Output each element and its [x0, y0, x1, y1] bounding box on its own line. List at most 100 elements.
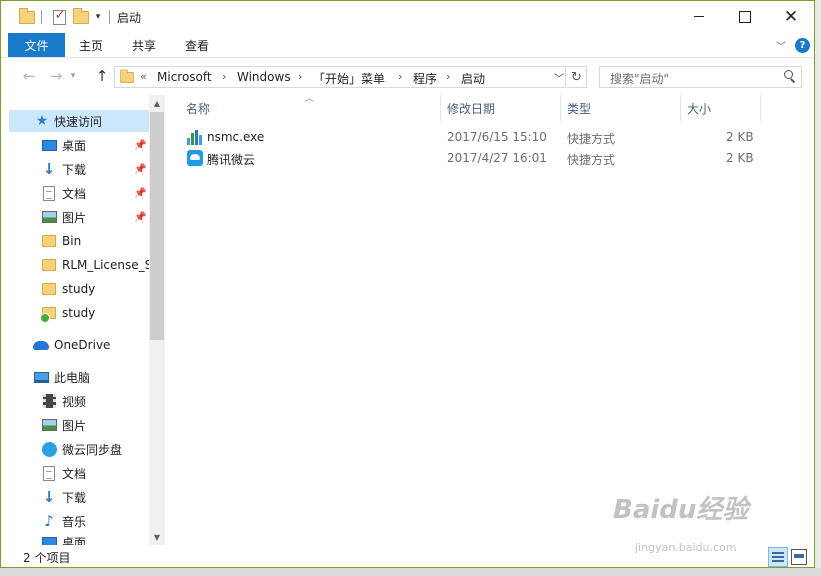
nav-folder-study[interactable]: study [1, 278, 149, 300]
file-list: ︿ 名称 修改日期 类型 大小 nsmc.exe 2017/6/15 15:10… [165, 94, 814, 545]
nav-scrollbar[interactable]: ▲ ▼ [149, 95, 165, 545]
tab-file[interactable]: 文件 [8, 33, 65, 57]
picture-icon [41, 209, 57, 225]
scrollbar-thumb[interactable] [150, 112, 164, 340]
column-divider[interactable] [440, 95, 441, 121]
nav-label: 桌面 [62, 536, 87, 545]
video-icon [41, 393, 57, 409]
nav-pc-documents[interactable]: 文档 [1, 462, 149, 484]
tab-share[interactable]: 共享 [132, 33, 156, 57]
tencent-weiyun-icon [187, 150, 203, 166]
desktop-icon [41, 137, 57, 153]
column-divider[interactable] [560, 95, 561, 121]
address-history-chevron-icon[interactable]: ﹀ [554, 70, 564, 85]
minimize-button[interactable] [676, 1, 722, 32]
nav-label: Bin [62, 234, 82, 248]
nav-pc-desktop[interactable]: 桌面 [1, 534, 149, 545]
breadcrumb-separator-icon[interactable]: › [398, 70, 402, 83]
nav-label: OneDrive [54, 338, 111, 352]
scroll-down-icon[interactable]: ▼ [149, 529, 165, 545]
tab-view[interactable]: 查看 [185, 33, 209, 57]
column-header-name[interactable]: 名称 [186, 95, 210, 121]
nav-folder-bin[interactable]: Bin [1, 230, 149, 252]
file-row[interactable]: nsmc.exe 2017/6/15 15:10 快捷方式 2 KB [181, 127, 761, 148]
nav-this-pc[interactable]: 此电脑 [1, 366, 149, 388]
breadcrumb-programs[interactable]: 程序 [413, 70, 437, 87]
file-row[interactable]: 腾讯微云 2017/4/27 16:01 快捷方式 2 KB [181, 148, 761, 169]
nav-weiyun-sync[interactable]: 微云同步盘 [1, 438, 149, 460]
file-date: 2017/4/27 16:01 [447, 151, 547, 165]
nav-quick-access[interactable]: ★ 快速访问 [9, 110, 149, 132]
pin-icon: 📌 [134, 211, 147, 223]
search-placeholder: 搜索"启动" [610, 72, 670, 86]
large-icons-view-icon[interactable] [791, 549, 807, 565]
expand-ribbon-chevron-icon[interactable]: ﹀ [776, 38, 786, 53]
title-bar: ▾ 启动 ✕ [1, 1, 814, 33]
column-divider[interactable] [680, 95, 681, 121]
search-icon[interactable] [783, 70, 795, 82]
window-title: 启动 [117, 11, 142, 25]
help-icon[interactable]: ? [795, 38, 810, 53]
breadcrumb-separator-icon[interactable]: › [222, 70, 226, 83]
forward-arrow-icon[interactable]: → [45, 66, 67, 86]
properties-check-icon[interactable] [50, 8, 68, 26]
folder-icon [41, 257, 57, 273]
nav-desktop[interactable]: 桌面 📌 [1, 134, 149, 156]
nav-pc-downloads[interactable]: ↓ 下载 [1, 486, 149, 508]
download-icon: ↓ [42, 488, 56, 506]
nav-onedrive[interactable]: OneDrive [1, 334, 149, 356]
search-box[interactable]: 搜索"启动" [599, 66, 802, 88]
column-divider[interactable] [760, 95, 761, 121]
up-arrow-icon[interactable]: ↑ [91, 66, 113, 86]
document-icon [41, 465, 57, 481]
breadcrumb-separator-icon[interactable]: › [446, 70, 450, 83]
maximize-button[interactable] [722, 1, 768, 32]
tab-home[interactable]: 主页 [79, 33, 103, 57]
nav-videos[interactable]: 视频 [1, 390, 149, 412]
music-icon: ♪ [44, 512, 54, 530]
breadcrumb-start-menu[interactable]: 「开始」菜单 [313, 70, 385, 87]
breadcrumb-separator-icon[interactable]: › [298, 70, 302, 83]
nav-label: study [62, 306, 96, 320]
nav-downloads[interactable]: ↓ 下载 📌 [1, 158, 149, 180]
overflow-chevron[interactable]: « [140, 70, 147, 83]
column-header-date[interactable]: 修改日期 [447, 95, 495, 121]
nav-label: 下载 [62, 490, 87, 505]
new-folder-icon[interactable] [72, 7, 90, 26]
nsmc-app-icon [187, 129, 203, 145]
column-header-size[interactable]: 大小 [687, 95, 711, 121]
folder-icon [18, 7, 36, 26]
weiyun-icon [41, 441, 57, 457]
nav-label: RLM_License_S [62, 258, 149, 272]
nav-music[interactable]: ♪ 音乐 [1, 510, 149, 532]
back-arrow-icon[interactable]: ← [18, 66, 40, 86]
nav-folder-study-synced[interactable]: study [1, 302, 149, 324]
taskbar-edge [0, 568, 821, 576]
nav-label: 文档 [62, 186, 87, 201]
file-date: 2017/6/15 15:10 [447, 130, 547, 144]
file-size: 2 KB [726, 151, 754, 165]
breadcrumb-microsoft[interactable]: Microsoft [157, 70, 212, 84]
document-icon [41, 185, 57, 201]
close-button[interactable]: ✕ [768, 1, 814, 32]
details-view-icon[interactable] [768, 547, 788, 567]
nav-pictures[interactable]: 图片 📌 [1, 206, 149, 228]
nav-folder-rlm-license[interactable]: RLM_License_S [1, 254, 149, 276]
quick-access-dropdown-icon[interactable]: ▾ [91, 8, 105, 26]
refresh-icon[interactable]: ↻ [567, 66, 587, 88]
nav-label: 下载 [62, 162, 87, 177]
address-bar[interactable]: « Microsoft › Windows › 「开始」菜单 › 程序 › 启动… [114, 66, 566, 88]
nav-pc-pictures[interactable]: 图片 [1, 414, 149, 436]
desktop-icon [41, 534, 57, 545]
nav-label: study [62, 282, 96, 296]
nav-label: 桌面 [62, 138, 87, 153]
nav-label: 音乐 [62, 514, 87, 529]
file-name: 腾讯微云 [207, 153, 256, 167]
breadcrumb-windows[interactable]: Windows [237, 70, 291, 84]
column-header-type[interactable]: 类型 [567, 95, 591, 121]
nav-documents[interactable]: 文档 📌 [1, 182, 149, 204]
baidu-watermark-url: jingyan.baidu.com [635, 541, 737, 554]
recent-locations-dropdown-icon[interactable]: ▾ [66, 66, 80, 86]
scroll-up-icon[interactable]: ▲ [149, 95, 165, 111]
breadcrumb-startup[interactable]: 启动 [461, 70, 485, 87]
